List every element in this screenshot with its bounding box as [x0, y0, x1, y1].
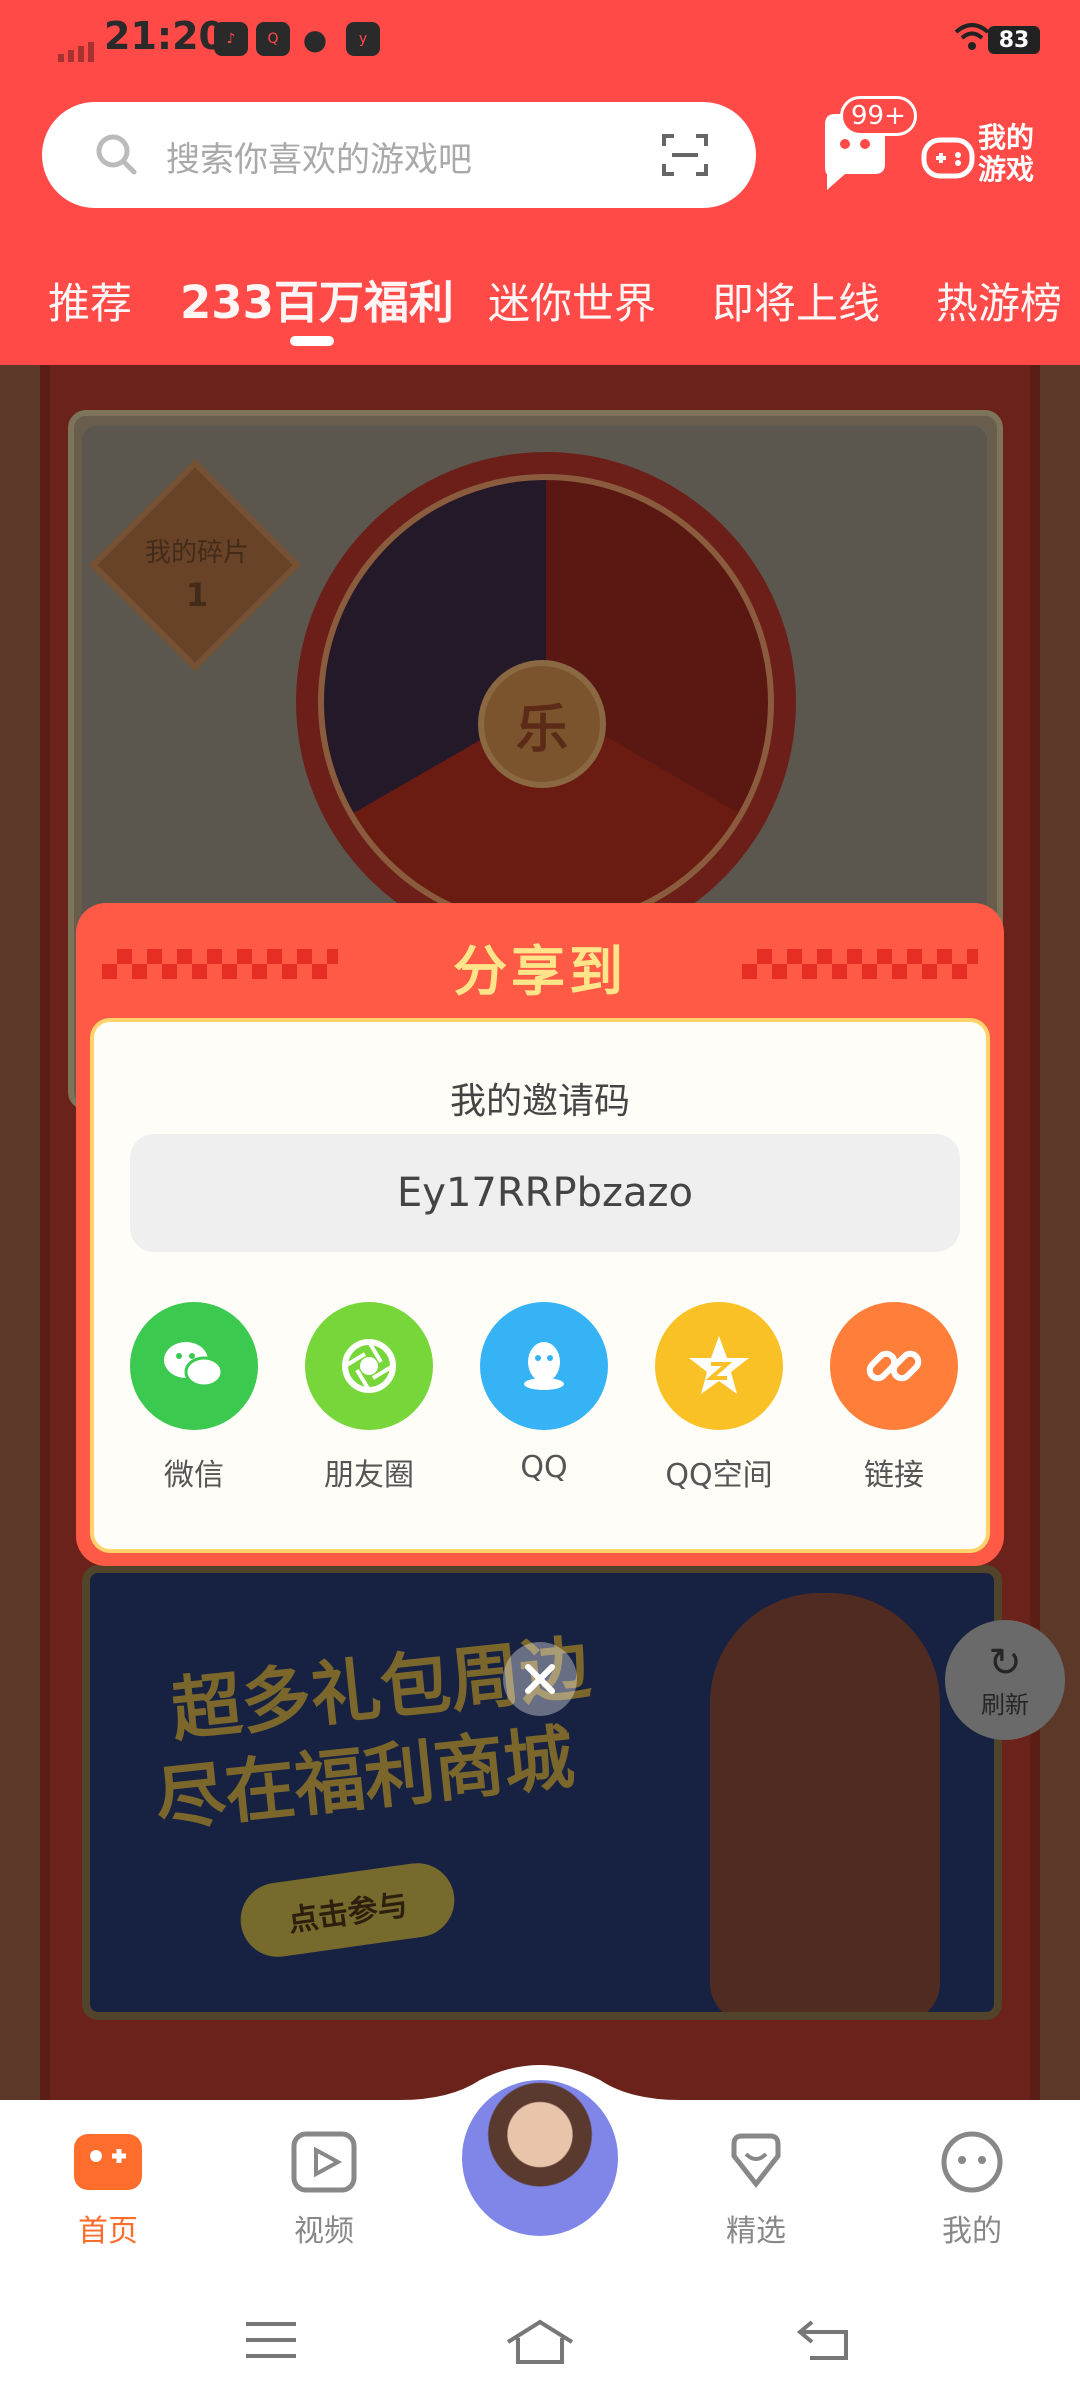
close-modal-button[interactable]: [503, 1642, 577, 1716]
tab-mini-world[interactable]: 迷你世界: [488, 270, 656, 331]
my-games-label: 我的游戏: [978, 121, 1035, 186]
share-link-button[interactable]: 链接: [830, 1302, 958, 1493]
share-moments-label: 朋友圈: [324, 1458, 414, 1493]
share-qq-button[interactable]: QQ: [480, 1302, 608, 1485]
share-modal-title: 分享到: [453, 940, 627, 1003]
close-icon: [525, 1664, 555, 1694]
nav-video-label: 视频: [294, 2214, 354, 2249]
nav-featured-label: 精选: [726, 2214, 786, 2249]
signal-icon: [58, 42, 94, 62]
status-bar: 21:20 ♪ Q ● y 83: [0, 0, 1080, 86]
app-icon: Q: [256, 22, 290, 56]
tab-233-welfare[interactable]: 233百万福利: [180, 266, 454, 331]
gamepad-icon: [74, 2134, 142, 2190]
scan-icon[interactable]: [660, 130, 710, 180]
search-input[interactable]: 搜索你喜欢的游戏吧: [166, 132, 472, 181]
battery-indicator: 83: [988, 26, 1040, 54]
search-bar[interactable]: 搜索你喜欢的游戏吧: [42, 102, 756, 208]
tab-hot-ranking[interactable]: 热游榜: [936, 270, 1062, 331]
back-icon[interactable]: [796, 2318, 852, 2362]
youku-icon: y: [346, 22, 380, 56]
invite-code-label: 我的邀请码: [449, 1081, 630, 1122]
video-icon: [291, 2131, 357, 2193]
status-time: 21:20: [104, 14, 225, 58]
nav-profile[interactable]: 我的: [902, 2130, 1042, 2250]
share-moments-button[interactable]: 朋友圈: [305, 1302, 433, 1493]
nav-profile-label: 我的: [942, 2214, 1002, 2249]
category-tabs: 推荐 233百万福利 迷你世界 即将上线 热游榜: [0, 262, 1080, 332]
profile-icon: [941, 2131, 1003, 2193]
gamepad-icon: [921, 137, 975, 179]
notification-badge: 99+: [840, 96, 917, 136]
invite-code-field[interactable]: Ey17RRPbzazo: [130, 1134, 960, 1252]
avatar-center-button[interactable]: [456, 2074, 624, 2242]
nav-home-label: 首页: [78, 2214, 138, 2249]
wifi-icon: [954, 22, 990, 60]
featured-icon: [731, 2133, 781, 2189]
qzone-icon: [655, 1302, 783, 1430]
share-wechat-button[interactable]: 微信: [130, 1302, 258, 1493]
tiktok-icon: ♪: [214, 22, 248, 56]
menu-icon[interactable]: [244, 2318, 298, 2362]
share-link-label: 链接: [864, 1458, 924, 1493]
home-icon[interactable]: [504, 2318, 576, 2366]
share-panel: 我的邀请码 Ey17RRPbzazo 微信 朋友圈 QQ QQ空间 链接: [90, 1018, 990, 1553]
search-icon: [96, 134, 137, 175]
tab-recommend[interactable]: 推荐: [48, 270, 132, 331]
nav-video[interactable]: 视频: [254, 2130, 394, 2250]
link-icon: [830, 1302, 958, 1430]
tab-coming-soon[interactable]: 即将上线: [712, 270, 880, 331]
share-qzone-button[interactable]: QQ空间: [655, 1302, 783, 1493]
nav-home[interactable]: 首页: [38, 2130, 178, 2250]
my-games-button[interactable]: 我的游戏: [920, 122, 1070, 194]
moments-icon: [305, 1302, 433, 1430]
share-qzone-label: QQ空间: [665, 1458, 773, 1493]
header: 21:20 ♪ Q ● y 83 搜索你喜欢的游戏吧 99+ 我的游戏 推荐 2…: [0, 0, 1080, 365]
wechat-icon: [130, 1302, 258, 1430]
tab-indicator: [290, 336, 334, 346]
share-modal: 分享到 我的邀请码 Ey17RRPbzazo 微信 朋友圈 QQ QQ空间 链接: [76, 903, 1004, 1566]
location-icon: ●: [302, 22, 328, 56]
qq-icon: [480, 1302, 608, 1430]
share-wechat-label: 微信: [164, 1458, 224, 1493]
system-nav-bar: [0, 2280, 1080, 2400]
nav-featured[interactable]: 精选: [686, 2130, 826, 2250]
share-qq-label: QQ: [520, 1450, 568, 1485]
